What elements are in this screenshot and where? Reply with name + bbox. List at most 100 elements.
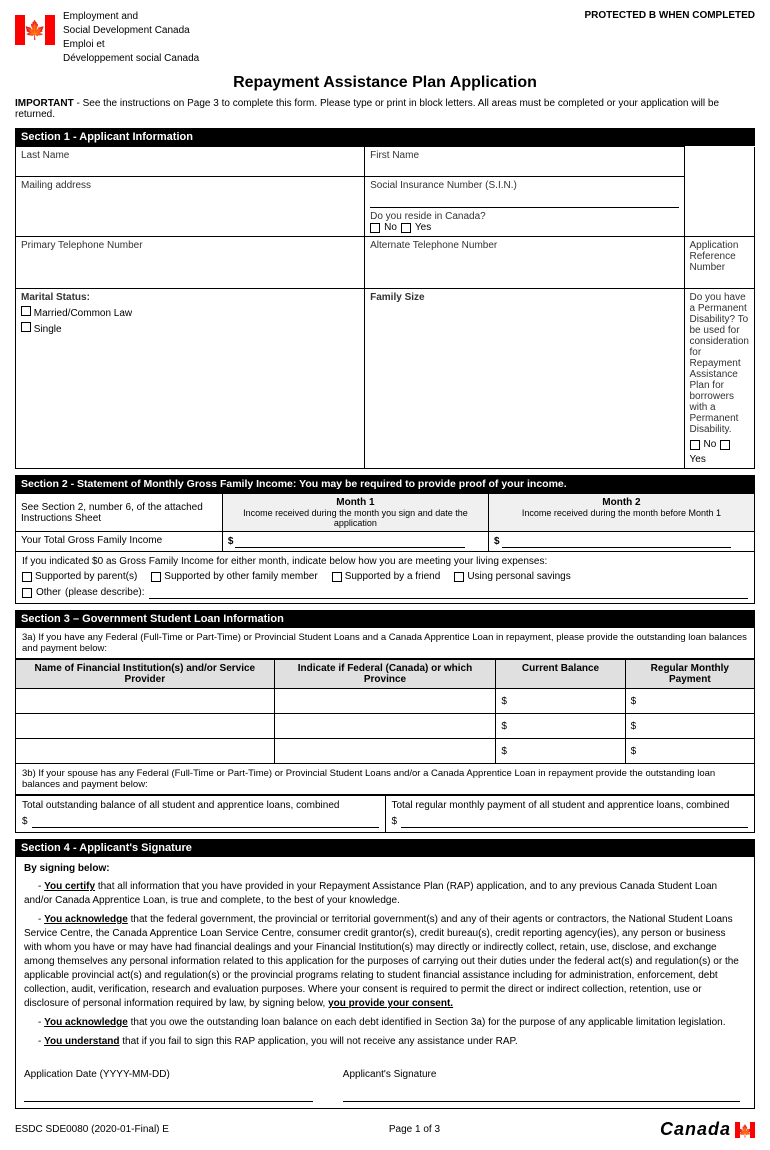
single-checkbox[interactable]	[21, 322, 31, 332]
payment-2-input[interactable]	[639, 717, 740, 735]
org-en-line2: Social Development Canada	[63, 24, 199, 38]
supported-other-family-checkbox[interactable]	[151, 572, 161, 582]
province-2-input[interactable]	[280, 717, 491, 735]
disability-yes-checkbox[interactable]	[720, 440, 730, 450]
acknowledge1-text: that the federal government, the provinc…	[24, 914, 739, 1009]
loan-row-3: $ $	[16, 739, 755, 764]
applicant-signature-label: Applicant's Signature	[343, 1069, 740, 1080]
supported-other-family-item: Supported by other family member	[151, 571, 317, 582]
dollar-sign-2: $	[494, 536, 500, 547]
app-date-field: Application Date (YYYY-MM-DD)	[24, 1069, 313, 1102]
app-date-input[interactable]	[24, 1082, 313, 1100]
month1-header: Month 1	[228, 497, 483, 508]
total-balance-dollar: $	[22, 816, 28, 827]
marital-status-cell: Marital Status: Married/Common Law Singl…	[16, 289, 365, 469]
alt-phone-cell: Alternate Telephone Number	[365, 237, 684, 289]
institution-1-input[interactable]	[21, 692, 269, 710]
gross-income-month2: $	[494, 535, 749, 548]
header-org: Employment and Social Development Canada…	[63, 10, 199, 66]
applicant-signature-input[interactable]	[343, 1082, 740, 1100]
supported-friend-label: Supported by a friend	[345, 571, 441, 582]
province-3-input[interactable]	[280, 742, 491, 760]
sin-input[interactable]	[370, 191, 678, 203]
loan-balance-3: $	[496, 739, 625, 764]
single-option: Single	[21, 322, 359, 335]
acknowledge2-intro: You acknowledge	[44, 1017, 128, 1028]
using-savings-checkbox[interactable]	[454, 572, 464, 582]
canada-residence-options: No Yes	[370, 222, 678, 233]
payment-1-input[interactable]	[639, 692, 740, 710]
gross-income-label-cell2: Your Total Gross Family Income	[16, 532, 223, 552]
disability-no-checkbox[interactable]	[690, 440, 700, 450]
first-name-cell: First Name	[365, 147, 684, 177]
total-payment-input[interactable]	[401, 815, 748, 828]
gross-income-values-row: Your Total Gross Family Income $ $	[16, 532, 755, 552]
disability-yes-label: Yes	[690, 454, 706, 465]
gross-income-month1: $	[228, 535, 483, 548]
col4-header-text: Regular Monthly Payment	[651, 663, 729, 685]
dollar-sign-1: $	[228, 536, 234, 547]
other-describe: (please describe):	[65, 587, 144, 598]
instructions-ref-text: See Section 2, number 6, of the attached…	[21, 502, 203, 524]
alt-phone-label: Alternate Telephone Number	[370, 240, 678, 251]
other-checkbox[interactable]	[22, 588, 32, 598]
province-1-input[interactable]	[280, 692, 491, 710]
payment-3-input[interactable]	[639, 742, 740, 760]
supported-parents-checkbox[interactable]	[22, 572, 32, 582]
section2-header: Section 2 - Statement of Monthly Gross F…	[15, 475, 755, 493]
app-ref-cell: Application Reference Number	[684, 237, 755, 289]
form-number: ESDC SDE0080 (2020-01-Final) E	[15, 1124, 169, 1135]
balance-dollar-1: $	[501, 696, 507, 707]
month1-sub: Income received during the month you sig…	[228, 508, 483, 528]
balance-1-input[interactable]	[510, 692, 611, 710]
mailing-address-input[interactable]	[21, 191, 359, 221]
loan-institution-3	[16, 739, 275, 764]
total-balance-label: Total outstanding balance of all student…	[22, 800, 379, 811]
residence-no-checkbox[interactable]	[370, 223, 380, 233]
important-text: - See the instructions on Page 3 to comp…	[15, 98, 719, 120]
loan-institution-2	[16, 714, 275, 739]
first-name-input[interactable]	[370, 161, 678, 173]
loan-province-2	[274, 714, 496, 739]
balance-2-input[interactable]	[510, 717, 611, 735]
svg-text:🍁: 🍁	[24, 19, 46, 40]
month1-header-cell: Month 1 Income received during the month…	[222, 494, 488, 532]
gross-income-month1-input[interactable]	[235, 535, 465, 548]
section1-header: Section 1 - Applicant Information	[15, 128, 755, 146]
acknowledge2-dash: -	[24, 1017, 44, 1028]
residence-yes-checkbox[interactable]	[401, 223, 411, 233]
primary-phone-input[interactable]	[21, 251, 359, 263]
marital-row: Marital Status: Married/Common Law Singl…	[16, 289, 755, 469]
total-payment-cell: Total regular monthly payment of all stu…	[386, 796, 755, 832]
living-expense-options: Supported by parent(s) Supported by othe…	[22, 571, 748, 582]
other-expense-row: Other (please describe):	[22, 586, 748, 599]
address-row: Mailing address Social Insurance Number …	[16, 177, 755, 237]
other-describe-input[interactable]	[149, 586, 749, 599]
loan-row-2: $ $	[16, 714, 755, 739]
last-name-input[interactable]	[21, 161, 359, 173]
institution-2-input[interactable]	[21, 717, 269, 735]
gross-income-month2-input[interactable]	[502, 535, 732, 548]
app-date-label: Application Date (YYYY-MM-DD)	[24, 1069, 313, 1080]
supported-friend-checkbox[interactable]	[332, 572, 342, 582]
col2-header: Indicate if Federal (Canada) or which Pr…	[274, 660, 496, 689]
payment-dollar-2: $	[631, 721, 637, 732]
institution-3-input[interactable]	[21, 742, 269, 760]
disability-label: Do you have a Permanent Disability? To b…	[690, 292, 750, 435]
alt-phone-input[interactable]	[370, 251, 678, 263]
balance-3-input[interactable]	[510, 742, 611, 760]
section2: Section 2 - Statement of Monthly Gross F…	[15, 475, 755, 604]
acknowledge1-intro: You acknowledge	[44, 914, 128, 925]
balance-dollar-2: $	[501, 721, 507, 732]
married-checkbox[interactable]	[21, 306, 31, 316]
understand-text: that if you fail to sign this RAP applic…	[122, 1036, 517, 1047]
total-balance-input[interactable]	[32, 815, 379, 828]
disability-cell: Do you have a Permanent Disability? To b…	[684, 289, 755, 469]
app-ref-input[interactable]	[690, 273, 750, 285]
family-size-input[interactable]	[370, 303, 678, 333]
acknowledge1-dash: -	[24, 914, 44, 925]
loans-table: Name of Financial Institution(s) and/or …	[15, 659, 755, 764]
disability-options: No Yes	[690, 439, 750, 465]
total-balance-cell: Total outstanding balance of all student…	[16, 796, 386, 832]
certify-paragraph: - You certify that all information that …	[24, 880, 746, 908]
